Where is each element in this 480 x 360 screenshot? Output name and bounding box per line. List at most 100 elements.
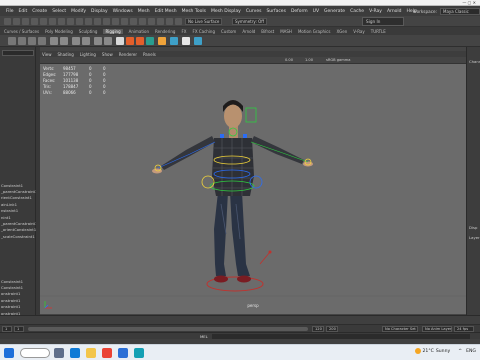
workspace-select[interactable]: Maya Classic [440,7,480,15]
right-panel-label[interactable]: Disp [469,225,477,230]
outliner-item[interactable]: _scaleConstraint1 [0,234,36,240]
outliner-item[interactable]: onstraint1 [0,304,36,310]
outliner-item[interactable]: nstraint1 [0,208,36,214]
menu-item-mesh[interactable]: Mesh [138,9,150,14]
status-tool-icon[interactable] [31,17,38,25]
shelf-tab-turtle[interactable]: TURTLE [371,29,386,34]
shelf-tab-mash[interactable]: MASH [280,29,292,34]
shelf-tool-icon[interactable] [38,37,46,45]
shelf-tab-sculpting[interactable]: Sculpting [79,29,98,34]
outliner-item[interactable] [0,99,36,105]
edge-browser-icon[interactable] [70,348,80,358]
shelf-tab-poly-modeling[interactable]: Poly Modeling [45,29,73,34]
outliner-item[interactable]: nint1 [0,215,36,221]
outliner-item[interactable]: Constraint1 [0,279,36,285]
outliner-item[interactable] [0,125,36,131]
status-tool-icon[interactable] [175,17,182,25]
outliner-item[interactable] [0,74,36,80]
outliner-item[interactable] [0,67,36,73]
outliner-item[interactable]: Constraint1 [0,183,36,189]
shelf-tab-bifrost[interactable]: Bifrost [261,29,274,34]
chevron-up-icon[interactable]: ^ [458,349,462,354]
outliner-item[interactable] [0,266,36,272]
outliner-item[interactable]: onstraint1 [0,298,36,304]
character-model[interactable] [40,64,466,314]
outliner-item[interactable] [0,259,36,265]
menu-item-surfaces[interactable]: Surfaces [266,9,286,14]
live-surface-select[interactable]: No Live Surface [185,18,223,25]
shelf-tool-icon[interactable] [194,37,202,45]
perspective-viewport[interactable]: Verts: 98457 0 0 Edges: 177798 0 0 Faces: 101138 0… [40,64,466,314]
status-tool-icon[interactable] [139,17,146,25]
shelf-tab-rendering[interactable]: Rendering [155,29,175,34]
outliner-item[interactable] [0,151,36,157]
outliner-item[interactable] [0,61,36,67]
outliner-item[interactable] [0,157,36,163]
status-tool-icon[interactable] [94,17,101,25]
status-tool-icon[interactable] [40,17,47,25]
windows-start-icon[interactable] [4,348,14,358]
outliner-item[interactable]: _orientConstraint1 [0,227,36,233]
status-tool-icon[interactable] [130,17,137,25]
menu-item-display[interactable]: Display [91,9,108,14]
menu-item-mesh-tools[interactable]: Mesh Tools [182,9,206,14]
status-tool-icon[interactable] [112,17,119,25]
menu-item-arnold[interactable]: Arnold [387,9,402,14]
panel-menu-view[interactable]: View [42,52,52,57]
time-slider[interactable] [0,315,480,331]
outliner-item[interactable]: onstraint1 [0,291,36,297]
shelf-tool-icon[interactable] [82,37,90,45]
status-tool-icon[interactable] [103,17,110,25]
gamma-field[interactable]: 1.00 [305,58,313,62]
outliner-item[interactable] [0,247,36,253]
shelf-tab-rigging[interactable]: Rigging [103,28,123,34]
status-tool-icon[interactable] [13,17,20,25]
shelf-tool-icon[interactable] [158,37,166,45]
right-panel-label[interactable]: Layer [469,235,480,240]
status-tool-icon[interactable] [4,17,11,25]
menu-item-edit-mesh[interactable]: Edit Mesh [155,9,177,14]
color-management-select[interactable]: sRGB gamma [326,58,350,62]
outliner-item[interactable] [0,144,36,150]
file-explorer-icon[interactable] [86,348,96,358]
status-tool-icon[interactable] [148,17,155,25]
shelf-tab-custom[interactable]: Custom [221,29,236,34]
shelf-tool-icon[interactable] [94,37,102,45]
menu-item-windows[interactable]: Windows [113,9,133,14]
task-view-icon[interactable] [54,348,64,358]
outliner-item[interactable] [0,80,36,86]
shelf-tool-icon[interactable] [126,37,134,45]
outliner-item[interactable] [0,176,36,182]
shelf-tool-icon[interactable] [146,37,154,45]
shelf-tab-xgen[interactable]: XGen [336,29,347,34]
outliner-item[interactable] [0,112,36,118]
outliner-item[interactable] [0,119,36,125]
panel-menu-panels[interactable]: Panels [143,52,156,57]
status-tool-icon[interactable] [157,17,164,25]
status-tool-icon[interactable] [85,17,92,25]
right-panel-label[interactable]: Chann [469,59,480,64]
symmetry-select[interactable]: Symmetry: Off [232,18,267,25]
outliner-item[interactable] [0,106,36,112]
language-label[interactable]: ENG [466,349,476,354]
shelf-tool-icon[interactable] [28,37,36,45]
menu-item-create[interactable]: Create [32,9,47,14]
outliner-item[interactable]: Constraint1 [0,285,36,291]
outliner-item[interactable] [0,253,36,259]
status-tool-icon[interactable] [166,17,173,25]
shelf-tool-icon[interactable] [136,37,144,45]
menu-item-uv[interactable]: UV [313,9,319,14]
panel-menu-lighting[interactable]: Lighting [80,52,96,57]
panel-menu-show[interactable]: Show [102,52,113,57]
outliner-item[interactable]: ainLink1 [0,202,36,208]
shelf-tool-icon[interactable] [182,37,190,45]
status-tool-icon[interactable] [121,17,128,25]
store-icon[interactable] [118,348,128,358]
shelf-tab-fx-caching[interactable]: FX Caching [193,29,215,34]
shelf-tab-motion-graphics[interactable]: Motion Graphics [298,29,331,34]
shelf-tool-icon[interactable] [170,37,178,45]
outliner-item[interactable] [0,240,36,246]
outliner-item[interactable]: _parentConstraint1 [0,221,36,227]
chrome-icon[interactable] [102,348,112,358]
menu-item-curves[interactable]: Curves [246,9,262,14]
